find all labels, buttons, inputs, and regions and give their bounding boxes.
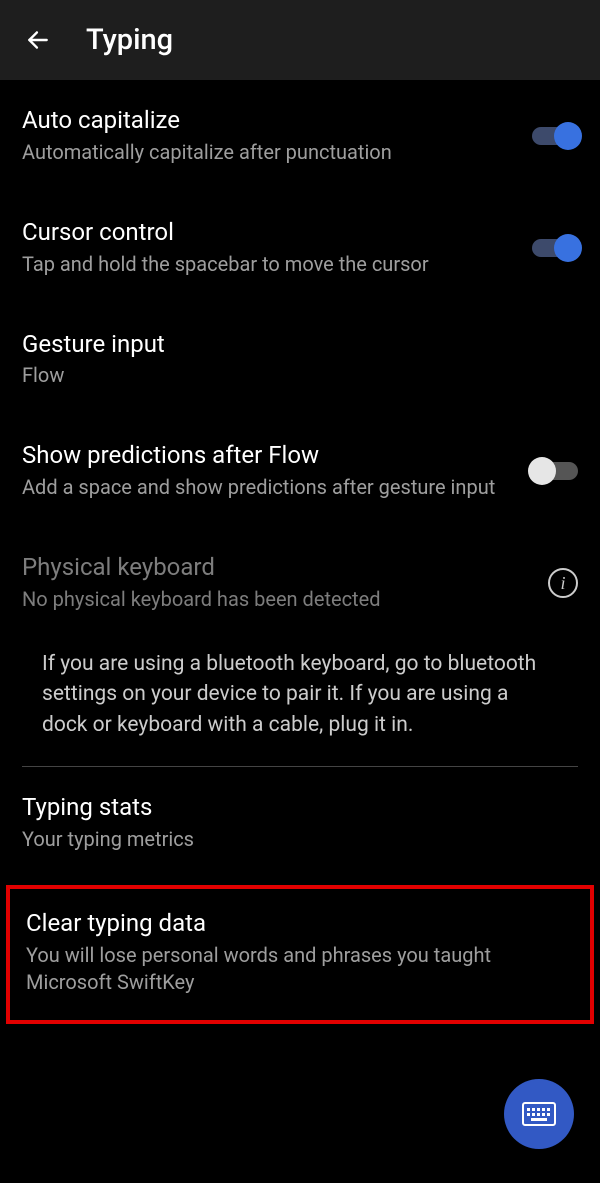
- setting-physical-keyboard: Physical keyboard No physical keyboard h…: [0, 527, 600, 639]
- setting-subtitle: Add a space and show predictions after g…: [22, 474, 512, 501]
- back-button[interactable]: [18, 20, 58, 60]
- physical-keyboard-help: If you are using a bluetooth keyboard, g…: [22, 649, 578, 767]
- setting-subtitle: Tap and hold the spacebar to move the cu…: [22, 251, 512, 278]
- setting-subtitle: You will lose personal words and phrases…: [26, 942, 574, 996]
- help-text: If you are using a bluetooth keyboard, g…: [42, 649, 558, 740]
- setting-subtitle: Automatically capitalize after punctuati…: [22, 139, 512, 166]
- setting-title: Gesture input: [22, 330, 578, 359]
- toggle-cursor-control[interactable]: [532, 239, 578, 257]
- setting-title: Physical keyboard: [22, 553, 528, 582]
- setting-auto-capitalize[interactable]: Auto capitalize Automatically capitalize…: [0, 80, 600, 192]
- keyboard-fab[interactable]: [504, 1079, 574, 1149]
- toggle-auto-capitalize[interactable]: [532, 127, 578, 145]
- setting-subtitle: No physical keyboard has been detected: [22, 586, 528, 613]
- setting-title: Typing stats: [22, 793, 578, 822]
- arrow-left-icon: [25, 27, 51, 53]
- app-bar: Typing: [0, 0, 600, 80]
- setting-clear-typing-data[interactable]: Clear typing data You will lose personal…: [6, 885, 594, 1024]
- setting-cursor-control[interactable]: Cursor control Tap and hold the spacebar…: [0, 192, 600, 304]
- setting-title: Cursor control: [22, 218, 512, 247]
- setting-subtitle: Your typing metrics: [22, 826, 578, 853]
- info-icon[interactable]: i: [548, 568, 578, 598]
- setting-subtitle: Flow: [22, 362, 578, 389]
- setting-title: Show predictions after Flow: [22, 441, 512, 470]
- setting-show-predictions[interactable]: Show predictions after Flow Add a space …: [0, 415, 600, 527]
- setting-title: Clear typing data: [26, 909, 574, 938]
- toggle-show-predictions[interactable]: [532, 462, 578, 480]
- keyboard-icon: [522, 1102, 556, 1126]
- setting-typing-stats[interactable]: Typing stats Your typing metrics: [0, 767, 600, 879]
- setting-gesture-input[interactable]: Gesture input Flow: [0, 304, 600, 416]
- page-title: Typing: [86, 23, 173, 57]
- setting-title: Auto capitalize: [22, 106, 512, 135]
- settings-list: Auto capitalize Automatically capitalize…: [0, 80, 600, 1024]
